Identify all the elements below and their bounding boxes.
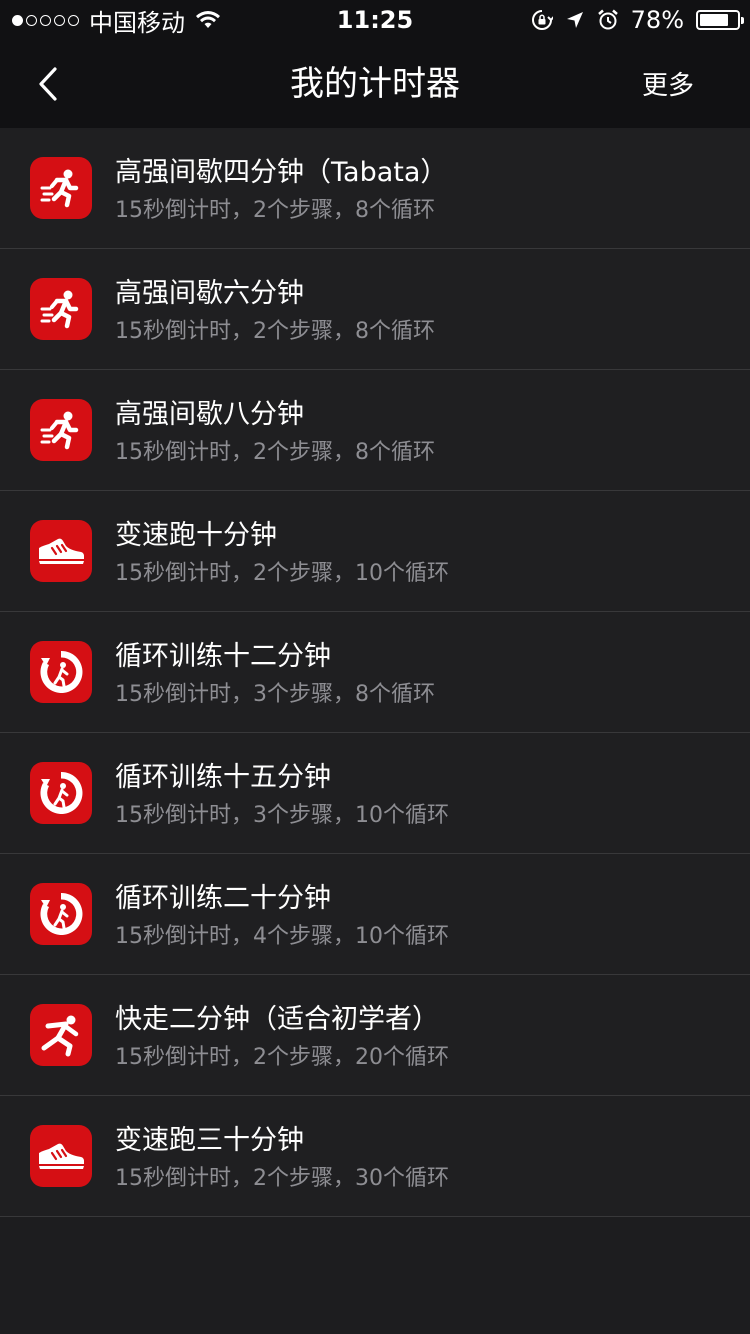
signal-dot bbox=[40, 14, 51, 26]
rotation-lock-icon bbox=[531, 10, 553, 30]
screen: 中国移动 11:25 78% 我的计时器 更多 高强间歇四分钟（Tabata） … bbox=[0, 0, 750, 1334]
signal-dot bbox=[26, 14, 37, 26]
timer-subtitle: 15秒倒计时，2个步骤，10个循环 bbox=[115, 561, 449, 586]
circuit-training-icon bbox=[30, 883, 92, 945]
timer-title: 高强间歇六分钟 bbox=[115, 278, 304, 309]
timer-subtitle: 15秒倒计时，2个步骤，8个循环 bbox=[115, 440, 435, 465]
running-person-icon bbox=[30, 157, 92, 219]
timer-list-item[interactable]: 循环训练十二分钟 15秒倒计时，3个步骤，8个循环 bbox=[0, 612, 750, 733]
running-person-icon bbox=[30, 278, 92, 340]
timer-list: 高强间歇四分钟（Tabata） 15秒倒计时，2个步骤，8个循环 高强间歇六分钟 1… bbox=[0, 128, 750, 1217]
timer-list-item[interactable]: 高强间歇八分钟 15秒倒计时，2个步骤，8个循环 bbox=[0, 370, 750, 491]
signal-dot bbox=[12, 14, 23, 26]
timer-subtitle: 15秒倒计时，4个步骤，10个循环 bbox=[115, 924, 449, 949]
more-button[interactable]: 更多 bbox=[632, 40, 720, 128]
timer-list-item[interactable]: 快走二分钟（适合初学者） 15秒倒计时，2个步骤，20个循环 bbox=[0, 975, 750, 1096]
battery-icon bbox=[696, 10, 744, 30]
back-button[interactable] bbox=[18, 54, 78, 114]
alarm-clock-icon bbox=[597, 9, 618, 30]
timer-list-item[interactable]: 高强间歇四分钟（Tabata） 15秒倒计时，2个步骤，8个循环 bbox=[0, 128, 750, 249]
timer-subtitle: 15秒倒计时，2个步骤，20个循环 bbox=[115, 1045, 449, 1070]
signal-dot bbox=[54, 14, 65, 26]
signal-strength-icon bbox=[12, 14, 79, 26]
circuit-training-icon bbox=[30, 641, 92, 703]
carrier-name: 中国移动 bbox=[89, 8, 185, 37]
timer-list-item[interactable]: 变速跑三十分钟 15秒倒计时，2个步骤，30个循环 bbox=[0, 1096, 750, 1217]
status-left: 中国移动 bbox=[12, 0, 221, 40]
walking-person-icon bbox=[30, 1004, 92, 1066]
running-person-icon bbox=[30, 399, 92, 461]
timer-list-item[interactable]: 循环训练二十分钟 15秒倒计时，4个步骤，10个循环 bbox=[0, 854, 750, 975]
timer-title: 循环训练十五分钟 bbox=[115, 762, 331, 793]
timer-subtitle: 15秒倒计时，2个步骤，8个循环 bbox=[115, 198, 435, 223]
timer-subtitle: 15秒倒计时，2个步骤，8个循环 bbox=[115, 319, 435, 344]
circuit-training-icon bbox=[30, 762, 92, 824]
status-bar: 中国移动 11:25 78% bbox=[0, 0, 750, 40]
location-arrow-icon bbox=[566, 12, 583, 28]
timer-title: 快走二分钟（适合初学者） bbox=[115, 1004, 439, 1035]
timer-title: 变速跑十分钟 bbox=[115, 520, 277, 551]
timer-title: 循环训练十二分钟 bbox=[115, 641, 331, 672]
timer-subtitle: 15秒倒计时，2个步骤，30个循环 bbox=[115, 1166, 449, 1191]
battery-level bbox=[700, 14, 729, 26]
timer-title: 高强间歇八分钟 bbox=[115, 399, 304, 430]
running-shoe-icon bbox=[30, 520, 92, 582]
status-right: 78% bbox=[531, 0, 744, 40]
timer-list-item[interactable]: 高强间歇六分钟 15秒倒计时，2个步骤，8个循环 bbox=[0, 249, 750, 370]
timer-list-item[interactable]: 变速跑十分钟 15秒倒计时，2个步骤，10个循环 bbox=[0, 491, 750, 612]
battery-percent: 78% bbox=[630, 6, 684, 34]
wifi-icon bbox=[196, 11, 220, 28]
timer-title: 变速跑三十分钟 bbox=[115, 1125, 304, 1156]
nav-bar: 我的计时器 更多 bbox=[0, 40, 750, 128]
timer-list-item[interactable]: 循环训练十五分钟 15秒倒计时，3个步骤，10个循环 bbox=[0, 733, 750, 854]
timer-subtitle: 15秒倒计时，3个步骤，10个循环 bbox=[115, 803, 449, 828]
signal-dot bbox=[68, 14, 79, 26]
timer-subtitle: 15秒倒计时，3个步骤，8个循环 bbox=[115, 682, 435, 707]
chevron-left-icon bbox=[39, 67, 57, 101]
timer-title: 循环训练二十分钟 bbox=[115, 883, 331, 914]
timer-title: 高强间歇四分钟（Tabata） bbox=[115, 157, 448, 188]
running-shoe-icon bbox=[30, 1125, 92, 1187]
